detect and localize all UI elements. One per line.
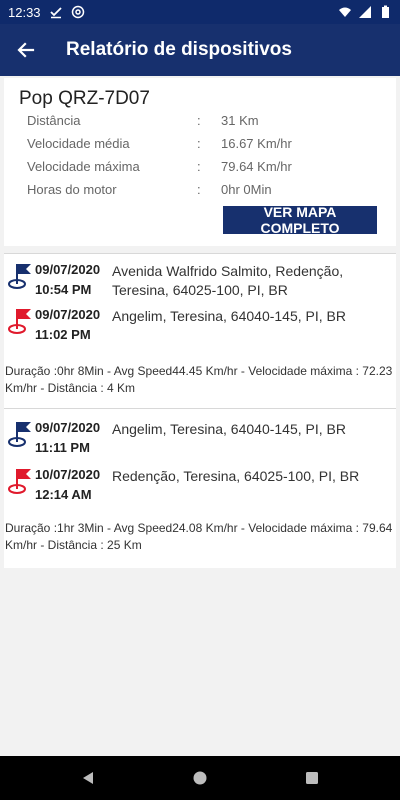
stop-time: 12:14 AM — [35, 487, 92, 502]
download-done-icon — [49, 7, 62, 19]
trip-start[interactable]: 09/07/2020 10:54 PM Avenida Walfrido Sal… — [4, 262, 396, 306]
stat-separator: : — [197, 182, 201, 197]
status-time: 12:33 — [8, 4, 41, 20]
stop-address: Avenida Walfrido Salmito, Redenção, Tere… — [112, 263, 344, 298]
stat-separator: : — [197, 159, 201, 174]
stat-value: 31 Km — [221, 113, 259, 128]
nav-recents-button[interactable] — [302, 768, 322, 788]
vehicle-name: Pop QRZ-7D07 — [19, 88, 150, 109]
stop-address: Angelim, Teresina, 64040-145, PI, BR — [112, 308, 346, 324]
end-flag-icon — [8, 309, 31, 334]
trip-start[interactable]: 09/07/2020 11:11 PM Angelim, Teresina, 6… — [4, 420, 396, 464]
stat-separator: : — [197, 113, 201, 128]
summary-card: Pop QRZ-7D07 Distância : 31 Km Velocidad… — [4, 78, 396, 246]
nav-home-button[interactable] — [190, 768, 210, 788]
stop-address: Angelim, Teresina, 64040-145, PI, BR — [112, 421, 346, 437]
stat-label: Horas do motor — [27, 182, 117, 197]
stop-address: Redenção, Teresina, 64025-100, PI, BR — [112, 468, 360, 484]
stop-date: 09/07/2020 — [35, 307, 101, 322]
stat-label: Velocidade média — [27, 136, 130, 151]
trip-end[interactable]: 10/07/2020 12:14 AM Redenção, Teresina, … — [4, 467, 396, 511]
wifi-icon — [339, 7, 351, 17]
page-title: Relatório de dispositivos — [66, 39, 292, 60]
stat-value: 0hr 0Min — [221, 182, 272, 197]
system-nav-bar — [0, 756, 400, 800]
stat-value: 16.67 Km/hr — [221, 136, 292, 151]
trip-end[interactable]: 09/07/2020 11:02 PM Angelim, Teresina, 6… — [4, 307, 396, 351]
stop-date: 09/07/2020 — [35, 420, 101, 435]
stop-date: 09/07/2020 — [35, 262, 101, 277]
stat-row-engine-hours: Horas do motor : 0hr 0Min — [27, 182, 387, 202]
stop-time: 11:02 PM — [35, 327, 91, 342]
nav-back-button[interactable] — [78, 768, 98, 788]
end-flag-icon — [8, 469, 31, 494]
stat-value: 79.64 Km/hr — [221, 159, 292, 174]
start-flag-icon — [8, 264, 31, 289]
trip-summary: Duração :1hr 3Min - Avg Speed24.08 Km/hr… — [5, 521, 393, 552]
stop-date: 10/07/2020 — [35, 467, 101, 482]
stat-row-distance: Distância : 31 Km — [27, 113, 387, 133]
divider — [4, 253, 396, 254]
triangle-back-icon — [83, 772, 93, 784]
report-content[interactable]: Pop QRZ-7D07 Distância : 31 Km Velocidad… — [0, 76, 400, 756]
stat-row-avg-speed: Velocidade média : 16.67 Km/hr — [27, 136, 387, 156]
battery-icon — [382, 5, 389, 18]
arrow-back-icon — [17, 42, 35, 58]
signal-icon — [359, 6, 371, 18]
divider — [4, 408, 396, 409]
stop-time: 11:11 PM — [35, 440, 90, 455]
circle-home-icon — [193, 771, 207, 785]
stop-time: 10:54 PM — [35, 282, 92, 297]
stat-label: Velocidade máxima — [27, 159, 140, 174]
back-button[interactable] — [0, 24, 52, 76]
stat-separator: : — [197, 136, 201, 151]
square-recents-icon — [306, 772, 318, 784]
trip-summary: Duração :0hr 8Min - Avg Speed44.45 Km/hr… — [5, 364, 393, 395]
trips-card: 09/07/2020 10:54 PM Avenida Walfrido Sal… — [4, 253, 396, 568]
view-full-map-button[interactable]: VER MAPA COMPLETO — [223, 204, 377, 236]
start-flag-icon — [8, 422, 31, 447]
at-sign-icon — [71, 5, 84, 19]
stat-row-max-speed: Velocidade máxima : 79.64 Km/hr — [27, 159, 387, 179]
stat-label: Distância — [27, 113, 81, 128]
app-bar: Relatório de dispositivos — [0, 24, 400, 76]
status-bar: 12:33 — [0, 0, 400, 24]
